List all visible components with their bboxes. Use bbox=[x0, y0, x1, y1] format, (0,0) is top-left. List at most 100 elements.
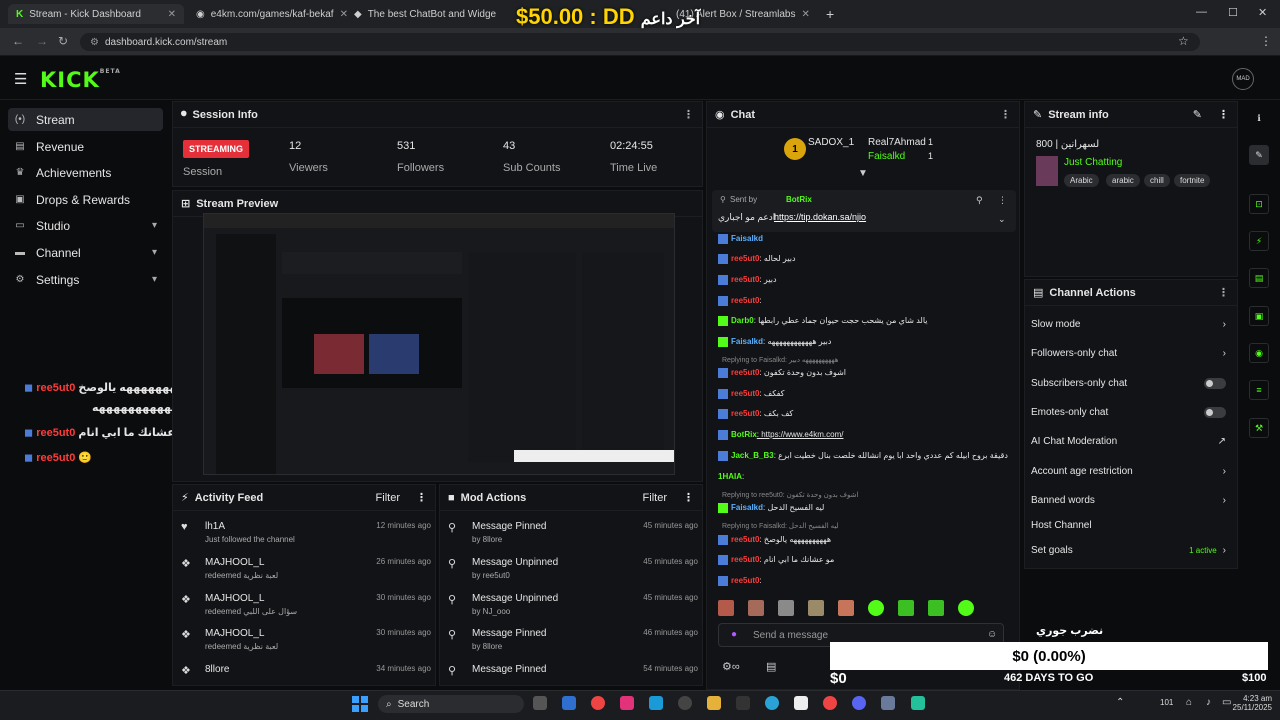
filter-button[interactable]: Filter bbox=[376, 492, 400, 504]
chevron-up-icon[interactable]: ⌃ bbox=[1116, 697, 1124, 708]
chat-user[interactable]: Faisalkd bbox=[731, 337, 763, 346]
feed-user[interactable]: MAJHOOL_L bbox=[205, 593, 264, 604]
chat-user[interactable]: ree5ut0 bbox=[731, 254, 759, 263]
chat-user[interactable]: ree5ut0 bbox=[731, 535, 759, 544]
chrome-icon[interactable] bbox=[591, 696, 605, 710]
chrome-icon[interactable] bbox=[823, 696, 837, 710]
url-input[interactable]: ⚙ dashboard.kick.com/stream bbox=[80, 33, 1200, 51]
wrench-icon[interactable]: ⚒ bbox=[1249, 418, 1269, 438]
emotes-only-toggle[interactable] bbox=[1204, 407, 1226, 418]
bolt-icon[interactable]: ⚡ bbox=[1249, 231, 1269, 251]
tag-chip[interactable]: arabic bbox=[1106, 174, 1140, 187]
language-indicator[interactable]: 101 bbox=[1160, 698, 1173, 707]
sidebar-item-studio[interactable]: ▭ Studio ▾ bbox=[8, 214, 163, 237]
sidebar-item-revenue[interactable]: ▤ Revenue bbox=[8, 135, 163, 158]
new-tab-button[interactable]: + bbox=[818, 4, 838, 24]
edge-icon[interactable] bbox=[765, 696, 779, 710]
close-tab-icon[interactable]: ✕ bbox=[802, 9, 810, 20]
emote-icon[interactable] bbox=[868, 600, 884, 616]
sidebar-item-settings[interactable]: ⚙ Settings ▾ bbox=[8, 268, 163, 291]
volume-icon[interactable]: ♪ bbox=[1206, 697, 1211, 708]
chat-user[interactable]: Faisalkd bbox=[731, 503, 763, 512]
reload-icon[interactable]: ↻ bbox=[58, 34, 68, 48]
more-options-icon[interactable]: ⋮ bbox=[683, 491, 694, 504]
minimize-button[interactable]: — bbox=[1196, 6, 1207, 18]
taskbar-search[interactable]: ⌕ Search bbox=[378, 695, 524, 713]
pinned-user[interactable]: BotRix bbox=[786, 195, 812, 204]
app-icon[interactable] bbox=[649, 696, 663, 710]
maximize-button[interactable]: ☐ bbox=[1228, 6, 1238, 19]
set-goals-item[interactable]: Set goals 1 active › bbox=[1031, 545, 1226, 556]
emoji-icon[interactable]: ☺ bbox=[987, 629, 997, 640]
kick-logo[interactable]: KICKBETA bbox=[40, 68, 121, 92]
emote-icon[interactable] bbox=[718, 600, 734, 616]
app-icon[interactable] bbox=[678, 696, 692, 710]
more-options-icon[interactable]: ⋮ bbox=[998, 195, 1007, 206]
clip-icon[interactable]: ⊡ bbox=[1249, 194, 1269, 214]
network-icon[interactable]: ⌂ bbox=[1186, 697, 1192, 708]
ai-moderation-item[interactable]: AI Chat Moderation ↗ bbox=[1031, 436, 1226, 447]
settings-icon[interactable]: ⚙∞ bbox=[722, 660, 740, 673]
sidebar-item-stream[interactable]: (•) Stream bbox=[8, 108, 163, 131]
close-window-button[interactable]: ✕ bbox=[1258, 6, 1267, 19]
list-icon[interactable]: ≡ bbox=[1249, 380, 1269, 400]
app-icon[interactable] bbox=[911, 696, 925, 710]
windows-start-icon[interactable] bbox=[352, 696, 368, 712]
chat-user[interactable]: ree5ut0 bbox=[731, 409, 759, 418]
taskbar-clock[interactable]: 4:23 am 25/11/2025 bbox=[1224, 694, 1272, 712]
leaderboard-user[interactable]: Real7Ahmad bbox=[868, 137, 926, 148]
chat-user[interactable]: ree5ut0 bbox=[731, 296, 759, 305]
sidebar-item-achievements[interactable]: ♛ Achievements bbox=[8, 161, 163, 184]
chat-user[interactable]: BotRix bbox=[731, 430, 757, 439]
collapse-leaderboard-icon[interactable]: ▼ bbox=[858, 168, 868, 179]
browser-menu-icon[interactable]: ⋮ bbox=[1260, 34, 1272, 48]
document-icon[interactable]: ▤ bbox=[1249, 268, 1269, 288]
app-icon[interactable] bbox=[620, 696, 634, 710]
sidebar-item-drops[interactable]: ▣ Drops & Rewards bbox=[8, 188, 163, 211]
broadcast-icon[interactable]: ◉ bbox=[1249, 343, 1269, 363]
edit-icon[interactable]: ✎ bbox=[1193, 108, 1202, 121]
settings-icon[interactable] bbox=[881, 696, 895, 710]
bookmark-star-icon[interactable]: ☆ bbox=[1178, 34, 1189, 48]
account-age-item[interactable]: Account age restriction › bbox=[1031, 466, 1226, 477]
emote-icon[interactable] bbox=[958, 600, 974, 616]
chat-bubble-icon[interactable]: ▣ bbox=[1249, 306, 1269, 326]
pinned-link[interactable]: https://tip.dokan.sa/njio bbox=[774, 212, 866, 222]
stream-preview-video[interactable] bbox=[203, 213, 675, 475]
chat-user[interactable]: Darb0 bbox=[731, 316, 754, 325]
file-explorer-icon[interactable] bbox=[707, 696, 721, 710]
gift-icon[interactable]: ▤ bbox=[766, 660, 776, 673]
filter-button[interactable]: Filter bbox=[643, 492, 667, 504]
followers-only-item[interactable]: Followers-only chat › bbox=[1031, 348, 1226, 359]
stream-category[interactable]: Just Chatting bbox=[1064, 157, 1122, 168]
chat-user[interactable]: 1HAIA bbox=[718, 472, 742, 481]
slow-mode-item[interactable]: Slow mode › bbox=[1031, 319, 1226, 330]
app-icon[interactable] bbox=[562, 696, 576, 710]
emote-icon[interactable] bbox=[898, 600, 914, 616]
leaderboard-user[interactable]: SADOX_1 bbox=[808, 137, 854, 148]
banned-words-item[interactable]: Banned words › bbox=[1031, 495, 1226, 506]
tab-chatbot[interactable]: ◆ The best ChatBot and Widget ✕ bbox=[346, 4, 496, 24]
chat-text[interactable]: : https://www.e4km.com/ bbox=[757, 430, 844, 439]
emote-icon[interactable] bbox=[928, 600, 944, 616]
chat-user[interactable]: Jack_B_B3 bbox=[731, 451, 774, 460]
tag-chip[interactable]: chill bbox=[1144, 174, 1170, 187]
tab-kick-dashboard[interactable]: K Stream - Kick Dashboard ✕ bbox=[8, 4, 184, 24]
info-icon[interactable]: ℹ bbox=[1249, 108, 1269, 128]
emote-icon[interactable] bbox=[808, 600, 824, 616]
emote-icon[interactable] bbox=[838, 600, 854, 616]
chat-user[interactable]: Faisalkd bbox=[731, 234, 763, 243]
edit-icon[interactable]: ✎ bbox=[1249, 145, 1269, 165]
more-options-icon[interactable]: ⋮ bbox=[1000, 108, 1011, 121]
leaderboard-user[interactable]: Faisalkd bbox=[868, 151, 905, 162]
discord-icon[interactable] bbox=[852, 696, 866, 710]
forward-icon[interactable]: → bbox=[36, 34, 48, 48]
microphone-icon[interactable]: ● bbox=[731, 629, 737, 640]
avatar[interactable]: MAD bbox=[1232, 68, 1254, 90]
chat-user[interactable]: ree5ut0 bbox=[731, 275, 759, 284]
more-options-icon[interactable]: ⋮ bbox=[1218, 108, 1229, 121]
host-channel-item[interactable]: Host Channel bbox=[1031, 520, 1226, 531]
pin-toggle-icon[interactable]: ⚲ bbox=[976, 195, 983, 206]
subscribers-only-toggle[interactable] bbox=[1204, 378, 1226, 389]
feed-user[interactable]: MAJHOOL_L bbox=[205, 557, 264, 568]
